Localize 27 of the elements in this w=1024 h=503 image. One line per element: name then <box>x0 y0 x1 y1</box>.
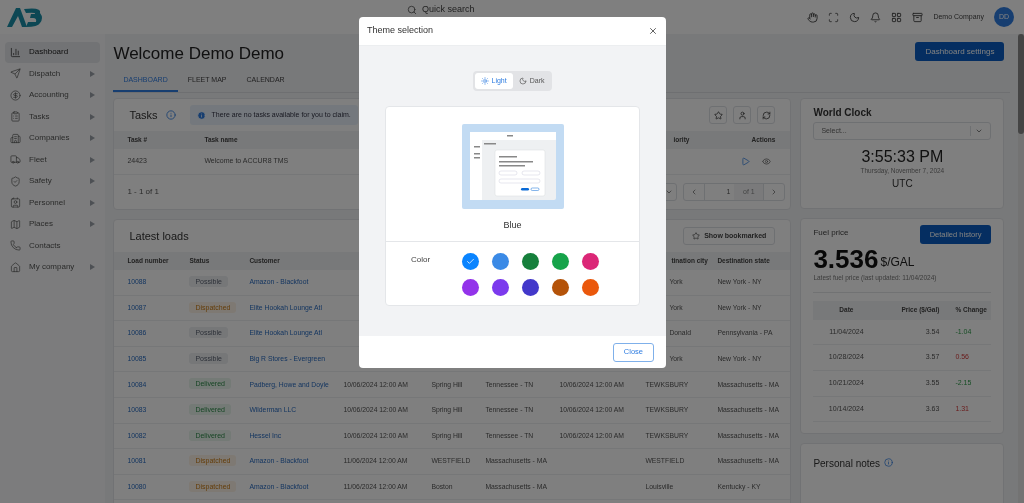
sidebar-item[interactable]: Dispatch <box>5 63 101 84</box>
card-title: Fuel price <box>813 227 849 239</box>
page-title: Welcome Demo Demo <box>113 43 285 65</box>
search-field[interactable]: Quick search <box>406 3 475 17</box>
dialog-title: Theme selection <box>367 24 434 38</box>
card-title: Latest loads <box>129 228 189 244</box>
dashboard-settings-button[interactable]: Dashboard settings <box>915 42 1005 61</box>
sidebar-item[interactable]: Fleet <box>5 149 101 170</box>
sidebar-item[interactable]: Companies <box>5 128 101 149</box>
sidebar-item[interactable]: My company <box>5 257 101 278</box>
clock-time: 3:55:33 PM <box>861 148 944 166</box>
sidebar-item[interactable]: Accounting <box>5 85 101 106</box>
theme-name: Blue <box>503 219 522 232</box>
card-title: World Clock <box>813 106 873 120</box>
clock-timezone: UTC <box>892 176 913 191</box>
sidebar-item[interactable]: Places <box>5 214 101 235</box>
sidebar-item[interactable]: Safety <box>5 171 101 192</box>
sidebar-item[interactable]: Dashboard <box>5 42 101 63</box>
pagination-range: 1 - 1 of 1 <box>127 186 159 198</box>
sidebar-item[interactable]: Contacts <box>5 235 101 256</box>
card-title: Tasks <box>129 107 158 123</box>
sidebar-item[interactable]: Personnel <box>5 192 101 213</box>
sidebar-item[interactable]: Tasks <box>5 106 101 127</box>
color-label: Color <box>411 253 432 266</box>
fuel-price: 3.536 <box>813 245 879 273</box>
card-title: Personal notes <box>813 457 881 471</box>
fuel-unit: $/GAL <box>880 254 915 271</box>
